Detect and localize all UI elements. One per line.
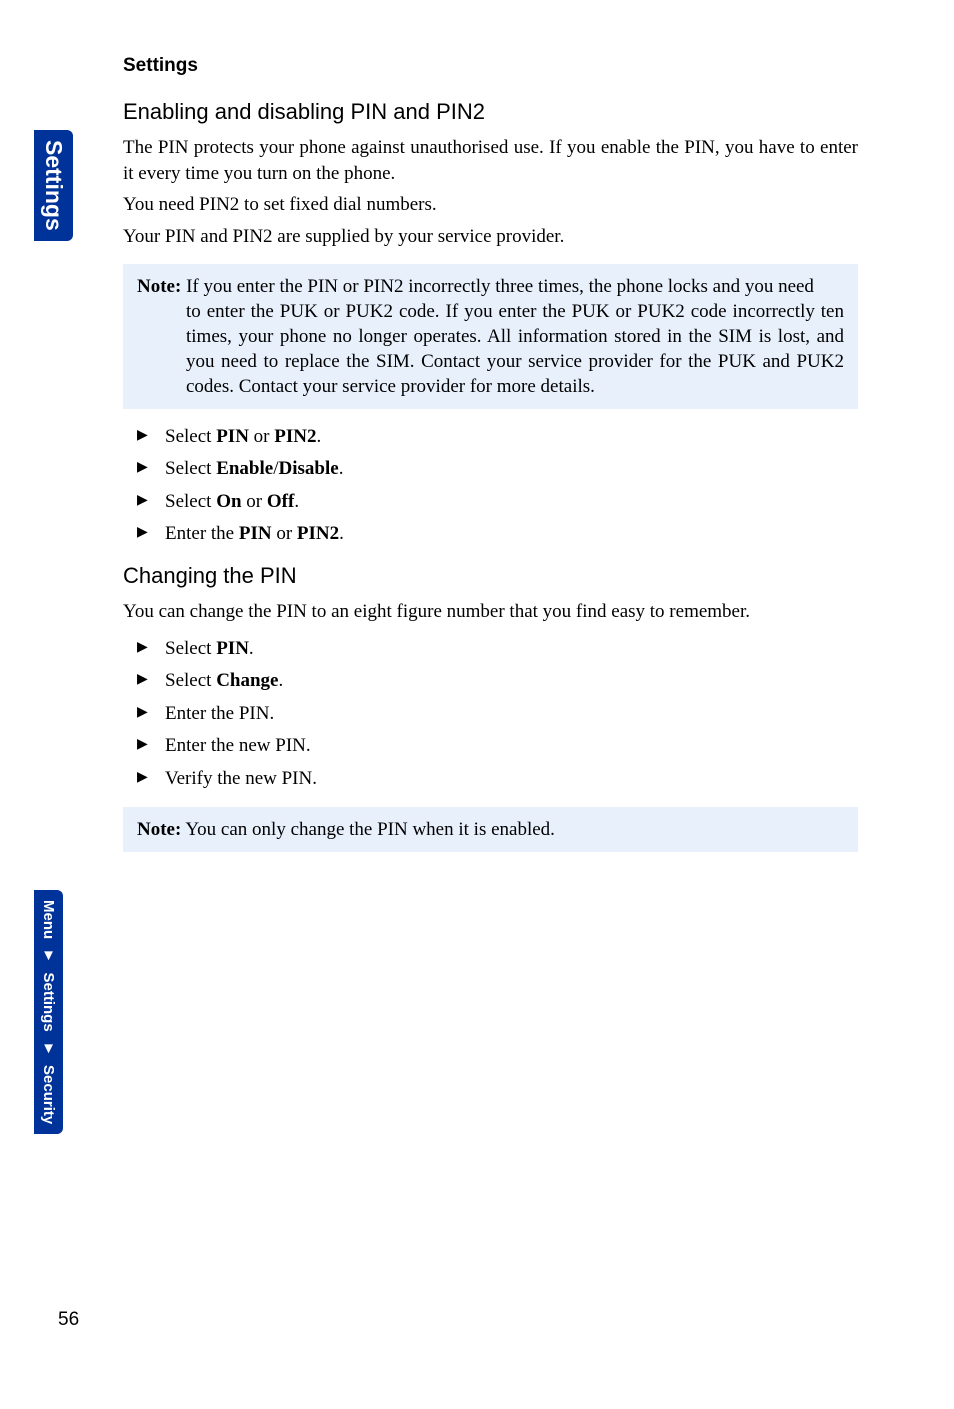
crumb-settings: Settings [40,973,57,1032]
list-item: Enter the PIN or PIN2. [137,520,858,549]
sidebar-breadcrumb: Menu ▼ Settings ▼ Security [34,890,63,1134]
step-list: Select PIN or PIN2. Select Enable/Disabl… [123,423,858,549]
t: Off [267,491,294,512]
list-item: Select Change. [137,667,858,696]
t: Select [165,638,216,659]
list-item: Verify the new PIN. [137,765,858,794]
t: Disable [279,458,339,479]
list-item: Select PIN. [137,635,858,664]
t: Select [165,491,216,512]
t: . [316,426,321,447]
crumb-security: Security [40,1065,57,1124]
list-item: Select On or Off. [137,488,858,517]
note-label: Note: [137,276,181,297]
heading-change-pin: Changing the PIN [123,563,858,589]
paragraph: Your PIN and PIN2 are supplied by your s… [123,224,858,250]
t: PIN [216,426,249,447]
chevron-down-icon: ▼ [40,1040,57,1057]
t: . [278,670,283,691]
page-content: Settings Enabling and disabling PIN and … [123,55,858,866]
t: On [216,491,241,512]
t: Enable [216,458,273,479]
t: . [249,638,254,659]
t: . [294,491,299,512]
t: Select [165,458,216,479]
note-text: to enter the PUK or PUK2 code. If you en… [186,299,844,399]
note-label: Note: [137,819,181,840]
t: or [242,491,267,512]
paragraph: You need PIN2 to set fixed dial numbers. [123,192,858,218]
list-item: Enter the new PIN. [137,732,858,761]
t: Change [216,670,278,691]
list-item: Select PIN or PIN2. [137,423,858,452]
note-text: You can only change the PIN when it is e… [181,819,555,840]
page-number: 56 [58,1309,79,1331]
note-text: If you enter the PIN or PIN2 incorrectly… [181,276,814,297]
list-item: Select Enable/Disable. [137,455,858,484]
t: or [249,426,274,447]
crumb-menu: Menu [40,900,57,939]
t: Enter the [165,523,239,544]
page-title: Settings [123,55,858,77]
chevron-down-icon: ▼ [40,947,57,964]
t: . [339,458,344,479]
t: Select [165,670,216,691]
sidebar-tab-settings: Settings [34,130,73,241]
t: PIN [239,523,272,544]
list-item: Enter the PIN. [137,700,858,729]
step-list: Select PIN. Select Change. Enter the PIN… [123,635,858,794]
note-box: Note: You can only change the PIN when i… [123,807,858,852]
t: Select [165,426,216,447]
t: PIN2 [274,426,316,447]
t: . [339,523,344,544]
paragraph: The PIN protects your phone against unau… [123,135,858,186]
note-box: Note: If you enter the PIN or PIN2 incor… [123,264,858,409]
t: PIN2 [297,523,339,544]
t: or [272,523,297,544]
paragraph: You can change the PIN to an eight figur… [123,599,858,625]
heading-enable-pin: Enabling and disabling PIN and PIN2 [123,99,858,125]
t: PIN [216,638,249,659]
